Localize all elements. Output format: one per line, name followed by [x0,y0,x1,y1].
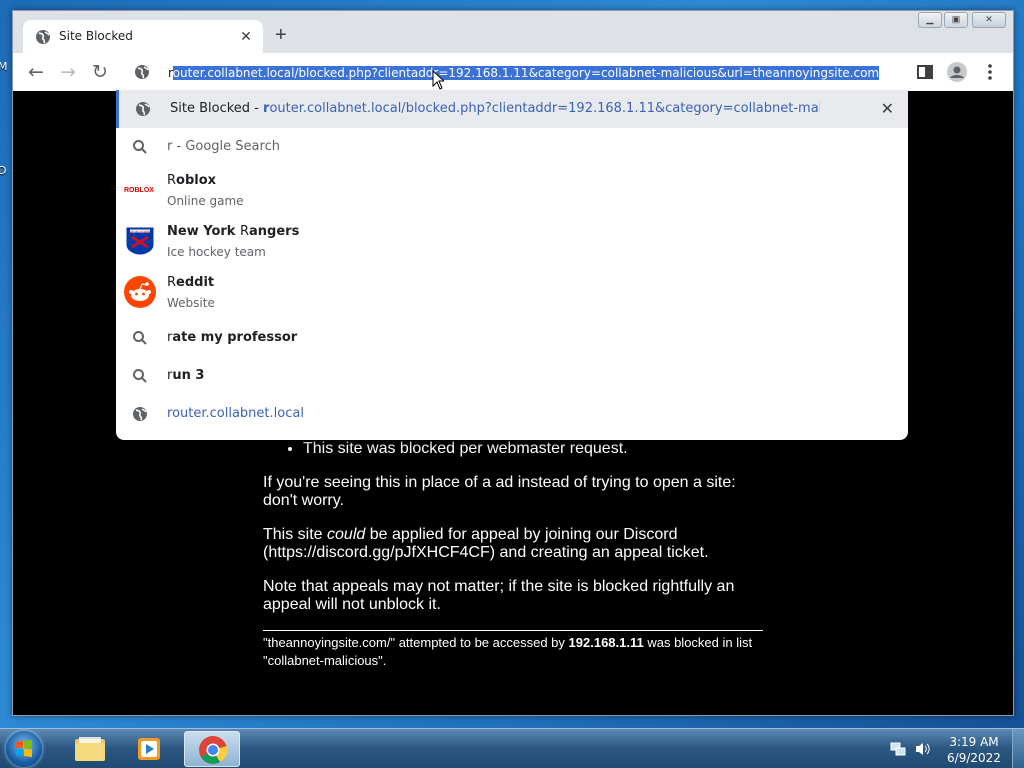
close-window-button[interactable]: ✕ [972,12,1006,28]
suggestion-subtitle: Ice hockey team [167,245,266,259]
title-bar: Site Blocked ✕ + ▁ ▣ ✕ [13,11,1013,53]
rangers-logo-icon: NEW YORK [125,226,155,256]
suggestion-subtitle: Online game [167,194,244,208]
reload-icon[interactable]: ↻ [89,61,111,83]
suggestion-reddit[interactable]: Reddit Website [116,268,908,319]
appeal-warning: Note that appeals may not matter; if the… [263,578,735,613]
back-icon[interactable]: ← [25,61,47,83]
url-input[interactable]: router.collabnet.local/blocked.php?clien… [168,64,893,82]
system-clock[interactable]: 3:19 AM 6/9/2022 [946,734,1002,766]
suggestion-text: ate my professor [172,330,298,345]
blocked-message: This site was blocked per webmaster requ… [263,440,763,670]
remove-suggestion-icon[interactable]: ✕ [881,99,894,118]
maximize-button[interactable]: ▣ [944,12,968,28]
toolbar: ← → ↻ router.collabnet.local/blocked.php… [13,53,1013,91]
appeal-emphasis: could [327,526,366,543]
client-ip: 192.168.1.11 [568,635,644,650]
suggestion-text: outer.collabnet.local [172,406,304,421]
start-button[interactable] [6,731,42,767]
reddit-logo-icon [124,276,156,308]
ad-note: If you're seeing this in place of a ad i… [263,474,736,509]
network-icon[interactable] [890,741,908,757]
suggestion-text: eddit [176,275,215,290]
desktop-icon-label[interactable]: D [0,164,6,177]
suggestion-search[interactable]: r - Google Search [116,128,908,166]
suggestion-search[interactable]: rate my professor [116,319,908,357]
suggestion-text: un 3 [172,368,205,383]
suggestion-text: angers [249,224,300,239]
chrome-taskbar-button[interactable] [184,731,240,767]
suggestion-roblox[interactable]: ROBLOX Roblox Online game [116,166,908,217]
mouse-cursor-icon [432,70,444,90]
globe-icon [36,30,50,44]
rangers-logo-text: NEW YORK [129,229,151,234]
block-reason: This site was blocked per webmaster requ… [303,440,763,458]
search-icon [133,331,147,345]
windows-logo-icon [16,740,32,757]
suggestion-typed-pre: New York [167,224,240,239]
footer-text-a: "theannoyingsite.com/" attempted to be a… [263,635,569,650]
suggestion-rangers[interactable]: NEW YORK New York Rangers Ice hockey tea… [116,217,908,268]
taskbar: 3:19 AM 6/9/2022 [0,728,1024,768]
suggestion-typed: R [167,173,177,188]
folder-icon [75,737,105,761]
suggestion-typed: R [239,224,250,239]
new-tab-icon[interactable]: + [275,25,287,45]
globe-icon [133,407,147,421]
suggestion-history[interactable]: Site Blocked - router.collabnet.local/bl… [116,90,908,128]
clock-time: 3:19 AM [949,735,999,749]
media-player-icon [138,738,160,760]
block-footer: "theannoyingsite.com/" attempted to be a… [263,630,763,670]
appeal-text-a: This site [263,526,328,543]
search-icon [133,140,147,154]
clock-date: 6/9/2022 [947,751,1001,765]
tab-site-blocked[interactable]: Site Blocked ✕ [23,20,263,53]
suggestion-url: outer.collabnet.local/blocked.php?client… [269,101,820,116]
explorer-taskbar-button[interactable] [62,731,118,767]
volume-icon[interactable] [914,741,932,757]
suggestion-text: - Google Search [172,139,280,154]
appeal-note: This site could be applied for appeal by… [263,526,763,562]
omnibox[interactable]: router.collabnet.local/blocked.php?clien… [116,53,908,91]
roblox-logo-icon: ROBLOX [124,187,154,194]
suggestion-search[interactable]: run 3 [116,357,908,395]
show-desktop-button[interactable] [1012,729,1024,768]
typed-text: r [168,66,173,80]
omnibox-suggestions: Site Blocked - router.collabnet.local/bl… [116,90,908,440]
side-panel-icon[interactable] [914,61,936,83]
globe-icon [136,102,150,116]
forward-icon[interactable]: → [57,61,79,83]
desktop-icon-label[interactable]: M [0,60,8,73]
media-player-taskbar-button[interactable] [122,731,178,767]
profile-icon[interactable] [946,61,968,83]
selected-autocomplete: outer.collabnet.local/blocked.php?client… [172,66,880,80]
suggestion-url[interactable]: router.collabnet.local [116,395,908,433]
suggestion-subtitle: Website [167,296,215,310]
close-tab-icon[interactable]: ✕ [237,27,255,45]
globe-icon [135,65,149,79]
minimize-button[interactable]: ▁ [918,12,942,28]
suggestion-typed: R [167,275,177,290]
menu-icon[interactable] [979,61,1001,83]
suggestion-separator: - [250,101,264,116]
chrome-icon [199,736,228,764]
tab-title: Site Blocked [59,29,133,43]
suggestion-text: oblox [176,173,217,188]
search-icon [133,369,147,383]
suggestion-title: Site Blocked [170,101,251,116]
